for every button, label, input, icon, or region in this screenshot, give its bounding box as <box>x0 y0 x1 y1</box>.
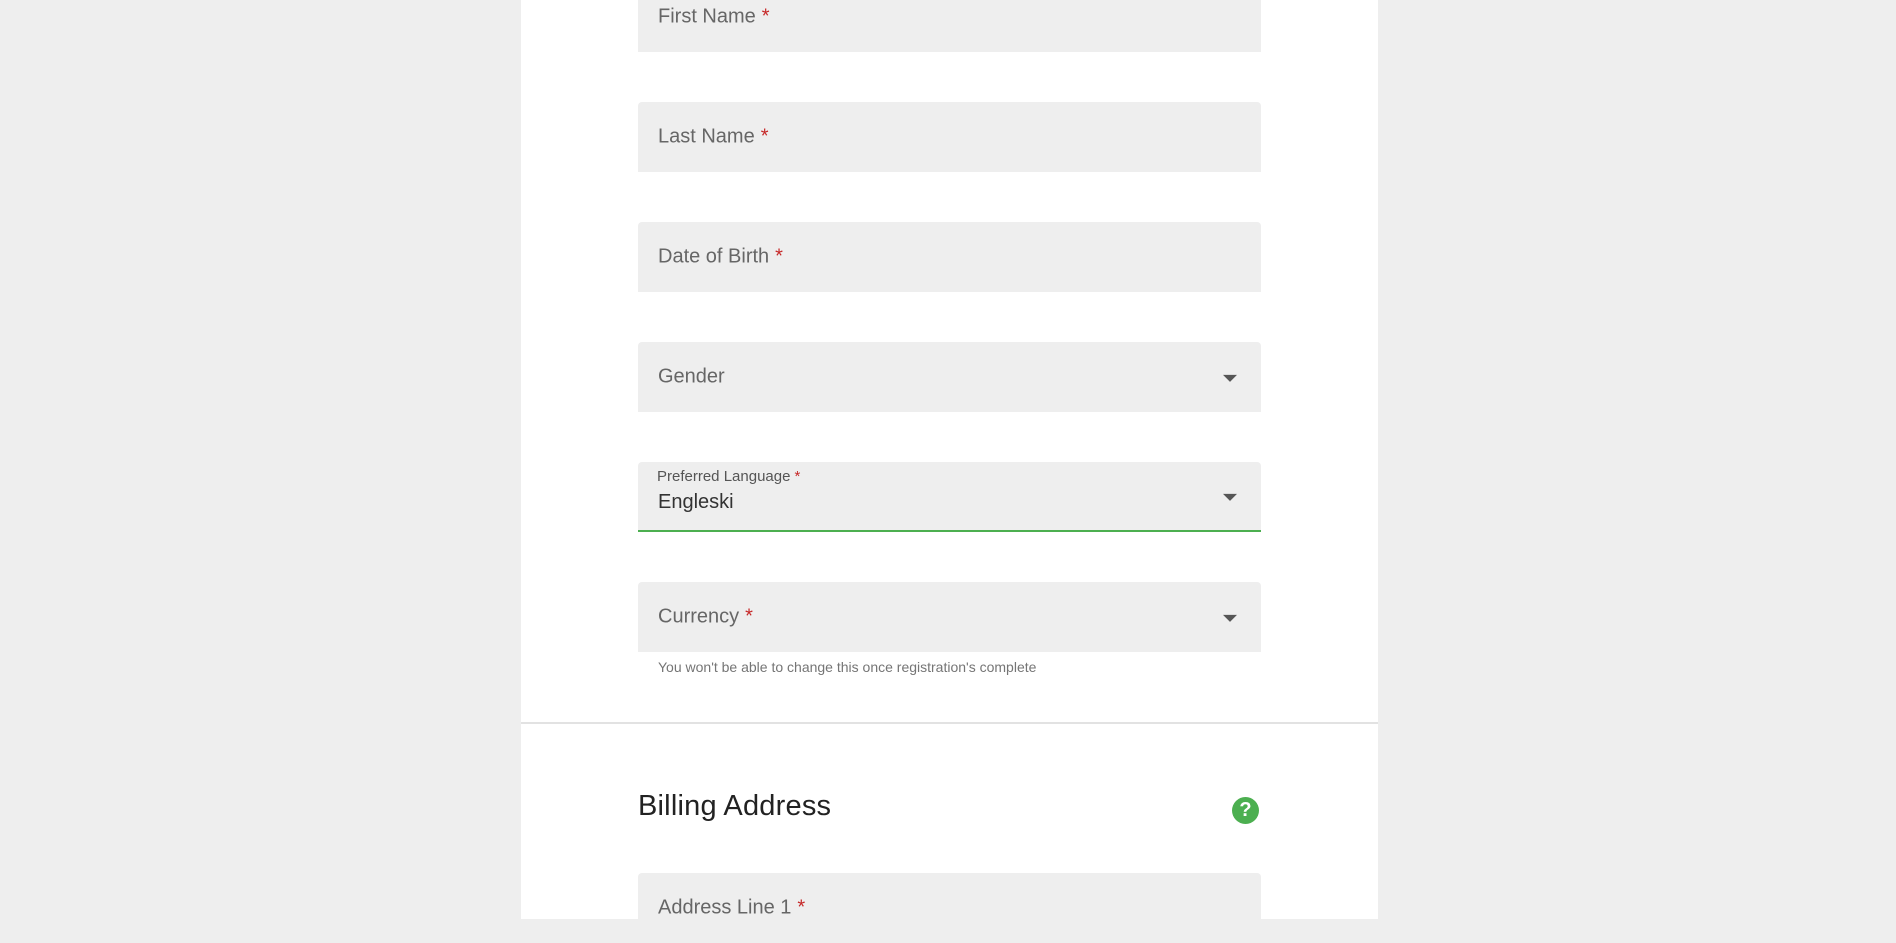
last-name-field[interactable]: Last Name * <box>638 102 1261 172</box>
required-marker: * <box>745 605 753 628</box>
preferred-language-label: Preferred Language * <box>657 468 801 485</box>
chevron-down-icon[interactable] <box>1223 493 1237 501</box>
preferred-language-value: Engleski <box>658 491 734 513</box>
date-of-birth-label: Date of Birth * <box>658 245 783 268</box>
preferred-language-select[interactable]: Preferred Language * Engleski <box>638 462 1261 532</box>
last-name-label: Last Name * <box>658 125 769 148</box>
date-of-birth-field[interactable]: Date of Birth * <box>638 222 1261 292</box>
billing-address-title: Billing Address <box>638 790 832 822</box>
required-marker: * <box>761 5 770 28</box>
currency-helper-text: You won't be able to change this once re… <box>658 659 1037 675</box>
required-marker: * <box>775 245 783 268</box>
currency-select[interactable]: Currency * <box>638 582 1261 652</box>
help-circle-icon[interactable]: ? <box>1232 797 1259 824</box>
gender-label: Gender <box>658 365 725 388</box>
section-divider <box>521 722 1378 724</box>
chevron-down-icon[interactable] <box>1223 614 1237 622</box>
gender-select[interactable]: Gender <box>638 342 1261 412</box>
required-marker: * <box>794 468 801 485</box>
first-name-label: First Name * <box>658 5 770 28</box>
address-line-1-label: Address Line 1 * <box>658 896 806 919</box>
chevron-down-icon[interactable] <box>1223 374 1237 382</box>
first-name-field[interactable]: First Name * <box>638 0 1261 52</box>
currency-label: Currency * <box>658 605 753 628</box>
required-marker: * <box>760 125 769 148</box>
required-marker: * <box>797 896 806 919</box>
address-line-1-field[interactable]: Address Line 1 * <box>638 873 1261 943</box>
